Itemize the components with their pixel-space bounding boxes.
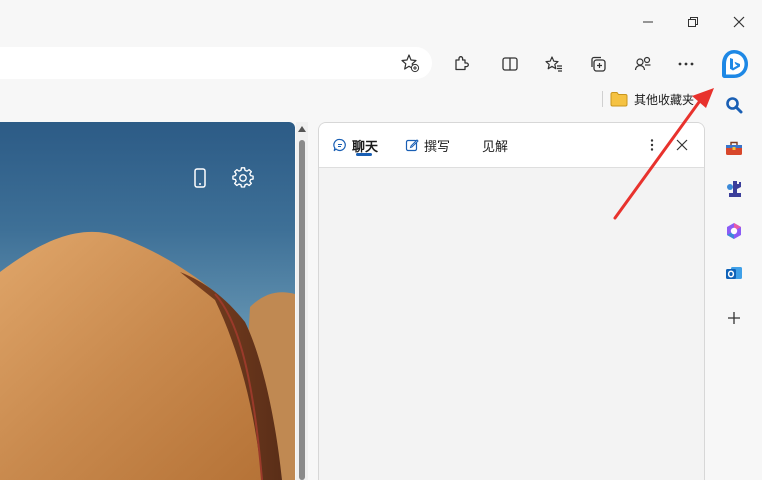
favorites-button[interactable] [541, 51, 567, 77]
add-favorite-button[interactable] [400, 53, 420, 73]
rail-tools-button[interactable] [722, 136, 746, 160]
add-icon [728, 312, 740, 324]
tab-insights[interactable]: 见解 [482, 135, 508, 155]
page-scrollbar[interactable] [296, 122, 308, 480]
bing-copilot-icon [722, 50, 748, 78]
office-icon [727, 223, 741, 239]
page-settings-button[interactable] [231, 166, 255, 190]
tab-chat[interactable]: 聊天 [333, 135, 378, 155]
profile-switch-icon [634, 56, 651, 71]
webpage-background [0, 122, 295, 480]
minimize-icon [643, 21, 653, 23]
rail-search-button[interactable] [722, 93, 746, 117]
compose-icon [405, 139, 419, 152]
rail-games-button[interactable] [722, 177, 746, 201]
phone-icon [194, 168, 206, 188]
split-screen-icon [502, 57, 518, 71]
rail-add-button[interactable] [722, 306, 746, 330]
search-icon [726, 97, 743, 114]
tools-icon [726, 141, 742, 155]
gear-icon [232, 167, 254, 188]
extensions-button[interactable] [448, 51, 474, 77]
extensions-icon [455, 56, 469, 71]
more-icon [678, 62, 694, 66]
split-screen-button[interactable] [497, 51, 523, 77]
close-window-button[interactable] [724, 8, 754, 36]
active-tab-indicator [356, 153, 372, 156]
tab-chat-label: 聊天 [352, 138, 379, 154]
red-arrow-annotation [613, 88, 714, 220]
star-plus-icon [401, 54, 420, 73]
scroll-up-arrow-icon[interactable] [298, 126, 306, 132]
rail-office-button[interactable] [722, 219, 746, 243]
bing-copilot-button[interactable] [716, 46, 752, 82]
games-icon [727, 181, 741, 197]
collections-button[interactable] [585, 51, 611, 77]
restore-icon [688, 17, 698, 27]
collections-icon [591, 56, 606, 72]
more-options-button[interactable] [673, 51, 699, 77]
profile-switch-button[interactable] [630, 51, 656, 77]
tab-compose-label: 撰写 [424, 138, 451, 154]
browser-window: 其他收藏夹 聊天 撰写 见解 [0, 0, 762, 480]
minimize-button[interactable] [633, 8, 663, 36]
mobile-button[interactable] [188, 166, 212, 190]
restore-button[interactable] [678, 8, 708, 36]
close-icon [733, 16, 745, 28]
outlook-icon [726, 267, 742, 279]
tab-compose[interactable]: 撰写 [405, 135, 450, 155]
chat-icon [333, 138, 346, 152]
rail-outlook-button[interactable] [722, 261, 746, 285]
tab-insights-label: 见解 [482, 138, 509, 154]
favorites-icon [545, 56, 562, 72]
address-bar[interactable] [0, 47, 432, 79]
scroll-thumb[interactable] [299, 140, 305, 480]
